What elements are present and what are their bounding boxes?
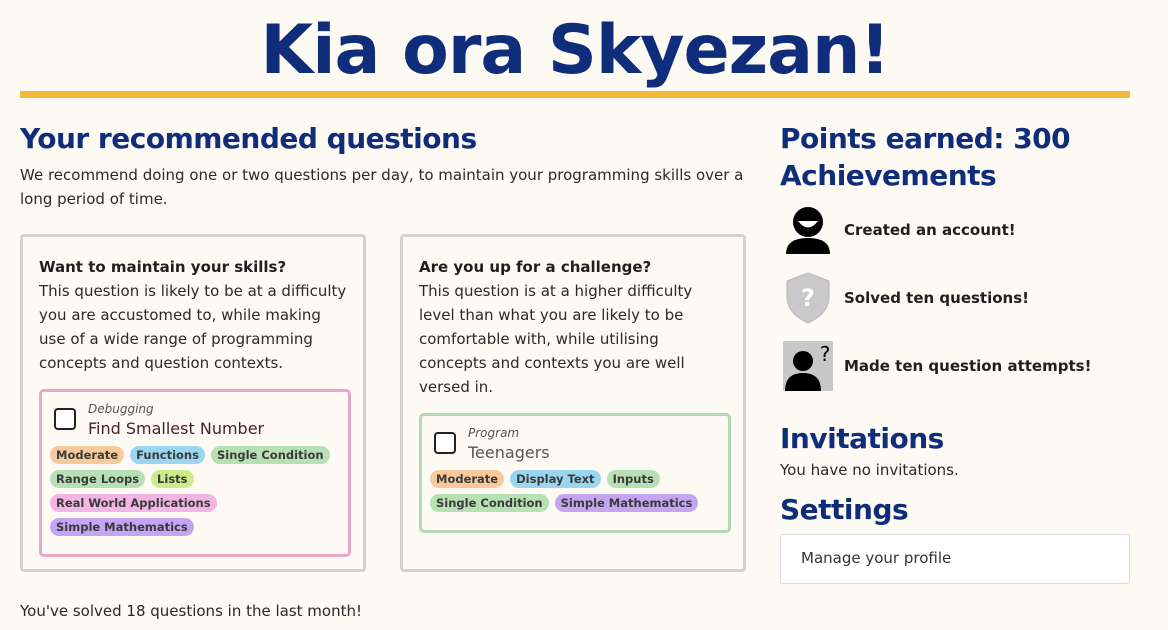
- tag-badge: Lists: [151, 470, 194, 488]
- maintain-skills-card: Want to maintain your skills? This quest…: [20, 234, 366, 572]
- tag-badge: Simple Mathematics: [554, 494, 699, 512]
- card-description: This question is likely to be at a diffi…: [39, 282, 347, 372]
- tag-badge: Functions: [130, 446, 205, 464]
- smiling-user-icon: [780, 202, 836, 258]
- card-description: This question is at a higher difficulty …: [419, 282, 693, 396]
- card-heading: Want to maintain your skills?: [39, 258, 287, 276]
- card-heading: Are you up for a challenge?: [419, 258, 652, 276]
- question-item-teenagers[interactable]: Program Teenagers Moderate Display Text …: [419, 413, 731, 533]
- achievement-item: ? Made ten question attempts!: [780, 336, 1140, 396]
- achievements-heading: Achievements: [780, 159, 997, 192]
- question-checkbox[interactable]: [434, 432, 456, 454]
- invitations-text: You have no invitations.: [780, 461, 959, 479]
- question-tags: Moderate Display Text Inputs Single Cond…: [430, 470, 720, 512]
- question-name[interactable]: Teenagers: [468, 442, 550, 464]
- question-tags: Moderate Functions Single Condition Rang…: [50, 446, 340, 536]
- locked-shield-icon: ?: [780, 270, 836, 326]
- question-checkbox[interactable]: [54, 408, 76, 430]
- tag-badge: Inputs: [606, 470, 660, 488]
- question-type: Program: [468, 426, 520, 440]
- title-divider: [20, 91, 1130, 98]
- tag-badge: Range Loops: [50, 470, 146, 488]
- achievement-label: Created an account!: [844, 221, 1016, 239]
- recommended-intro: We recommend doing one or two questions …: [20, 166, 744, 208]
- achievement-item: ? Solved ten questions!: [780, 268, 1140, 328]
- achievement-label: Solved ten questions!: [844, 289, 1029, 307]
- challenge-card: Are you up for a challenge? This questio…: [400, 234, 746, 572]
- tag-badge: Display Text: [510, 470, 601, 488]
- tag-badge: Real World Applications: [50, 494, 217, 512]
- question-name[interactable]: Find Smallest Number: [88, 418, 264, 440]
- manage-profile-button[interactable]: Manage your profile: [780, 534, 1130, 584]
- points-earned: Points earned: 300: [780, 122, 1071, 155]
- tag-badge: Single Condition: [210, 446, 330, 464]
- svg-text:?: ?: [820, 342, 831, 366]
- mystery-user-icon: ?: [780, 338, 836, 394]
- question-item-find-smallest-number[interactable]: Debugging Find Smallest Number Moderate …: [39, 389, 351, 557]
- tag-badge: Moderate: [50, 446, 125, 464]
- achievement-item: Created an account!: [780, 200, 1140, 260]
- invitations-heading: Invitations: [780, 422, 944, 455]
- solved-count-text: You've solved 18 questions in the last m…: [20, 602, 362, 620]
- recommended-heading: Your recommended questions: [20, 122, 477, 155]
- svg-text:?: ?: [801, 284, 815, 312]
- settings-heading: Settings: [780, 493, 909, 526]
- tag-badge: Single Condition: [430, 494, 549, 512]
- page-title: Kia ora Skyezan!: [260, 11, 891, 90]
- tag-badge: Moderate: [430, 470, 505, 488]
- tag-badge: Simple Mathematics: [50, 518, 194, 536]
- question-type: Debugging: [88, 402, 154, 416]
- sidebar: Points earned: 300 Achievements Created …: [780, 122, 1140, 584]
- achievement-label: Made ten question attempts!: [844, 357, 1092, 375]
- recommended-section: Your recommended questions We recommend …: [20, 122, 750, 620]
